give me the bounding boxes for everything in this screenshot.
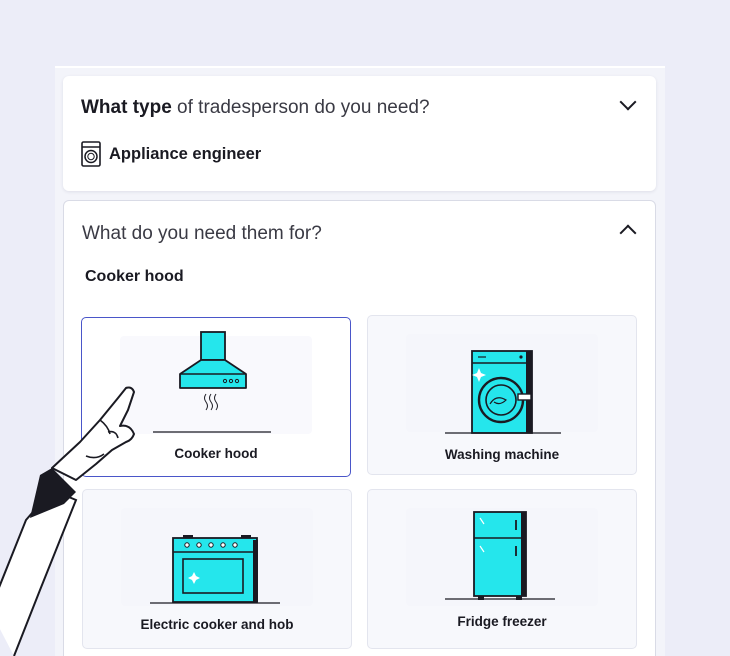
selected-tradesperson: Appliance engineer — [81, 141, 261, 167]
tradesperson-type-card[interactable]: What type of tradesperson do you need? A… — [63, 76, 656, 191]
tradesperson-question-bold: What type — [81, 97, 172, 118]
option-label: Washing machine — [444, 447, 560, 462]
option-washing-machine[interactable]: Washing machine — [367, 315, 637, 475]
selected-job-label: Cooker hood — [85, 268, 184, 285]
tradesperson-question-rest: of tradesperson do you need? — [171, 97, 430, 118]
chevron-down-icon[interactable] — [619, 93, 637, 111]
pointing-hand-illustration — [0, 386, 135, 656]
chevron-up-icon[interactable] — [619, 224, 637, 242]
option-label: Fridge freezer — [457, 614, 547, 629]
washing-machine-icon — [81, 141, 101, 167]
job-question: What do you need them for? — [82, 223, 322, 244]
tradesperson-question: What type of tradesperson do you need? — [81, 97, 430, 119]
selected-tradesperson-label: Appliance engineer — [109, 144, 262, 163]
option-fridge-freezer[interactable]: Fridge freezer — [367, 489, 637, 649]
